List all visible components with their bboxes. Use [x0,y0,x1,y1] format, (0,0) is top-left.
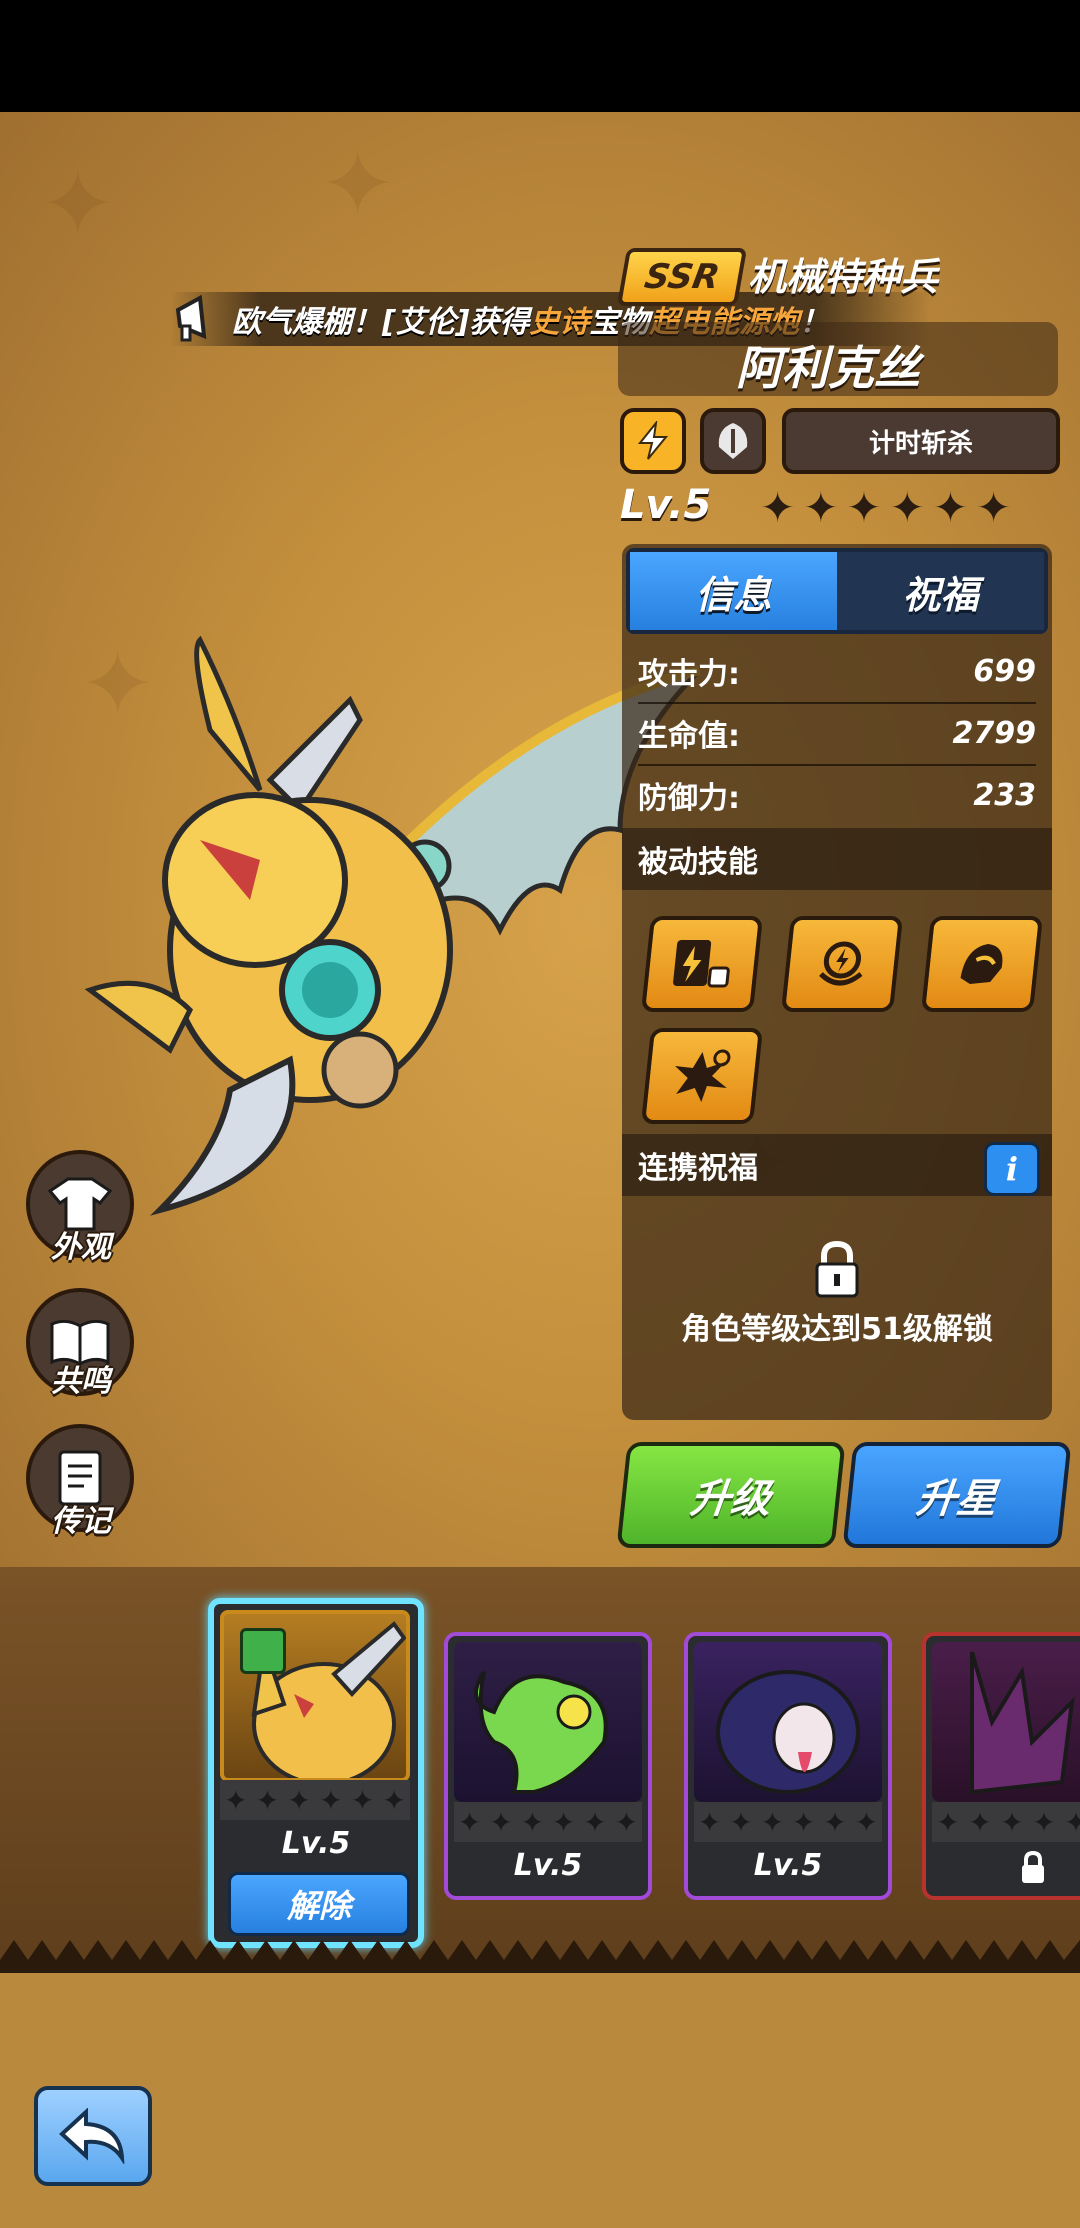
back-arrow-icon [59,2108,125,2164]
hero-level: Lv.5 [620,482,712,528]
panel-tabs: 信息 祝福 [626,548,1048,634]
tab-info[interactable]: 信息 [630,552,837,630]
release-button[interactable]: 解除 [228,1872,410,1936]
card-stars: ✦✦✦✦✦ [932,1802,1080,1842]
lock-hint: 角色等级达到51级解锁 [681,1312,993,1347]
resonance-label: 共鸣 [51,1364,111,1399]
armor-arm-icon[interactable] [920,916,1044,1012]
stat-hp: 生命值: 2799 [638,702,1036,766]
status-bar [0,0,1080,112]
link-blessing-header: 连携祝福 i [622,1134,1052,1196]
star-icon: ✦ [932,483,969,532]
star-icon: ✦ [889,483,925,532]
bottom-area [0,1973,1080,2228]
hero-class: 机械特种兵 [748,255,939,299]
info-button[interactable]: i [984,1142,1040,1196]
stat-value: 2799 [952,715,1037,751]
card-level: Lv.5 [513,1848,583,1883]
lock-icon [1022,1850,1044,1883]
appearance-label: 外观 [51,1230,111,1265]
hero-portrait [454,1642,642,1802]
helmet-icon[interactable] [700,408,766,474]
card-level: Lv.5 [753,1848,823,1883]
hero-portrait [220,1610,410,1782]
stat-defense: 防御力: 233 [638,764,1036,826]
stat-value: 699 [973,653,1036,689]
lock-icon [815,1240,859,1298]
stat-label: 攻击力: [638,657,740,692]
star-icon: ✦ [976,483,1012,532]
star-icon: ✦ [760,483,796,532]
link-blessing-title: 连携祝福 [638,1151,758,1186]
star-icon: ✦ [846,483,882,532]
divider-spikes [0,1940,1080,1974]
card-stars: ✦ ✦ ✦ ✦ ✦ ✦ [220,1780,410,1820]
info-icon: i [1005,1150,1019,1188]
card-stars: ✦ ✦ ✦ ✦ ✦ ✦ [694,1802,882,1842]
back-button[interactable] [34,2086,152,2186]
tab-blessing[interactable]: 祝福 [837,552,1044,630]
stat-label: 防御力: [638,781,740,816]
hero-card-locked[interactable]: ✦✦✦✦✦ [922,1632,1080,1900]
hero-portrait [694,1642,882,1802]
team-badge-icon [240,1628,286,1674]
card-stars: ✦ ✦ ✦ ✦ ✦ ✦ [454,1802,642,1842]
passive-skills-header: 被动技能 [622,828,1052,890]
biography-label: 传记 [51,1504,111,1539]
star-icon: ✦ [803,483,839,532]
lightning-shield-icon[interactable] [780,916,904,1012]
star-rating: ✦ ✦ ✦ ✦ ✦ ✦ [760,486,1011,530]
hero-info-panel: 信息 祝福 攻击力: 699 生命值: 2799 防御力: 233 被动技能 连… [622,544,1052,1420]
rarity-badge: SSR [616,248,748,306]
card-lightning-icon[interactable] [640,916,764,1012]
hero-card[interactable]: ✦ ✦ ✦ ✦ ✦ ✦ Lv.5 [684,1632,892,1900]
skill-tag-button[interactable]: 计时斩杀 [782,408,1060,474]
hero-name: 阿利克丝 [736,341,920,395]
stat-label: 生命值: [638,719,740,754]
hero-card[interactable]: ✦ ✦ ✦ ✦ ✦ ✦ Lv.5 [444,1632,652,1900]
hero-card-selected[interactable]: ✦ ✦ ✦ ✦ ✦ ✦ Lv.5 解除 [208,1598,424,1948]
upgrade-button[interactable]: 升级 [616,1442,846,1548]
card-level: Lv.5 [281,1826,351,1861]
star-up-button[interactable]: 升星 [842,1442,1072,1548]
hero-artwork [84,635,700,1216]
explosion-icon[interactable] [640,1028,764,1124]
hero-portrait [932,1642,1080,1802]
stat-attack: 攻击力: 699 [638,640,1036,704]
lightning-icon[interactable] [620,408,686,474]
megaphone-icon [175,294,207,342]
stat-value: 233 [973,777,1036,813]
